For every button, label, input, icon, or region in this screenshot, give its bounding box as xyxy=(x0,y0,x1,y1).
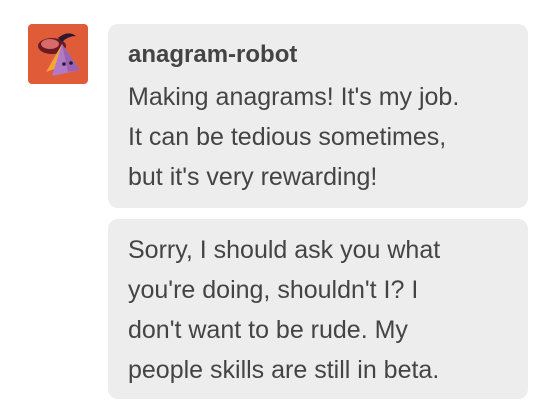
chat-thread: anagram-robot Making anagrams! It's my j… xyxy=(0,0,552,414)
message-text: Making anagrams! It's my job. It can be … xyxy=(128,83,460,191)
sender-avatar[interactable] xyxy=(28,24,88,84)
message-text: Sorry, I should ask you what you're doin… xyxy=(128,236,441,384)
sender-name[interactable]: anagram-robot xyxy=(128,24,508,69)
message-bubble: Sorry, I should ask you what you're doin… xyxy=(108,219,528,399)
robot-avatar-icon xyxy=(28,24,88,84)
message-bubble: anagram-robot Making anagrams! It's my j… xyxy=(108,24,528,208)
